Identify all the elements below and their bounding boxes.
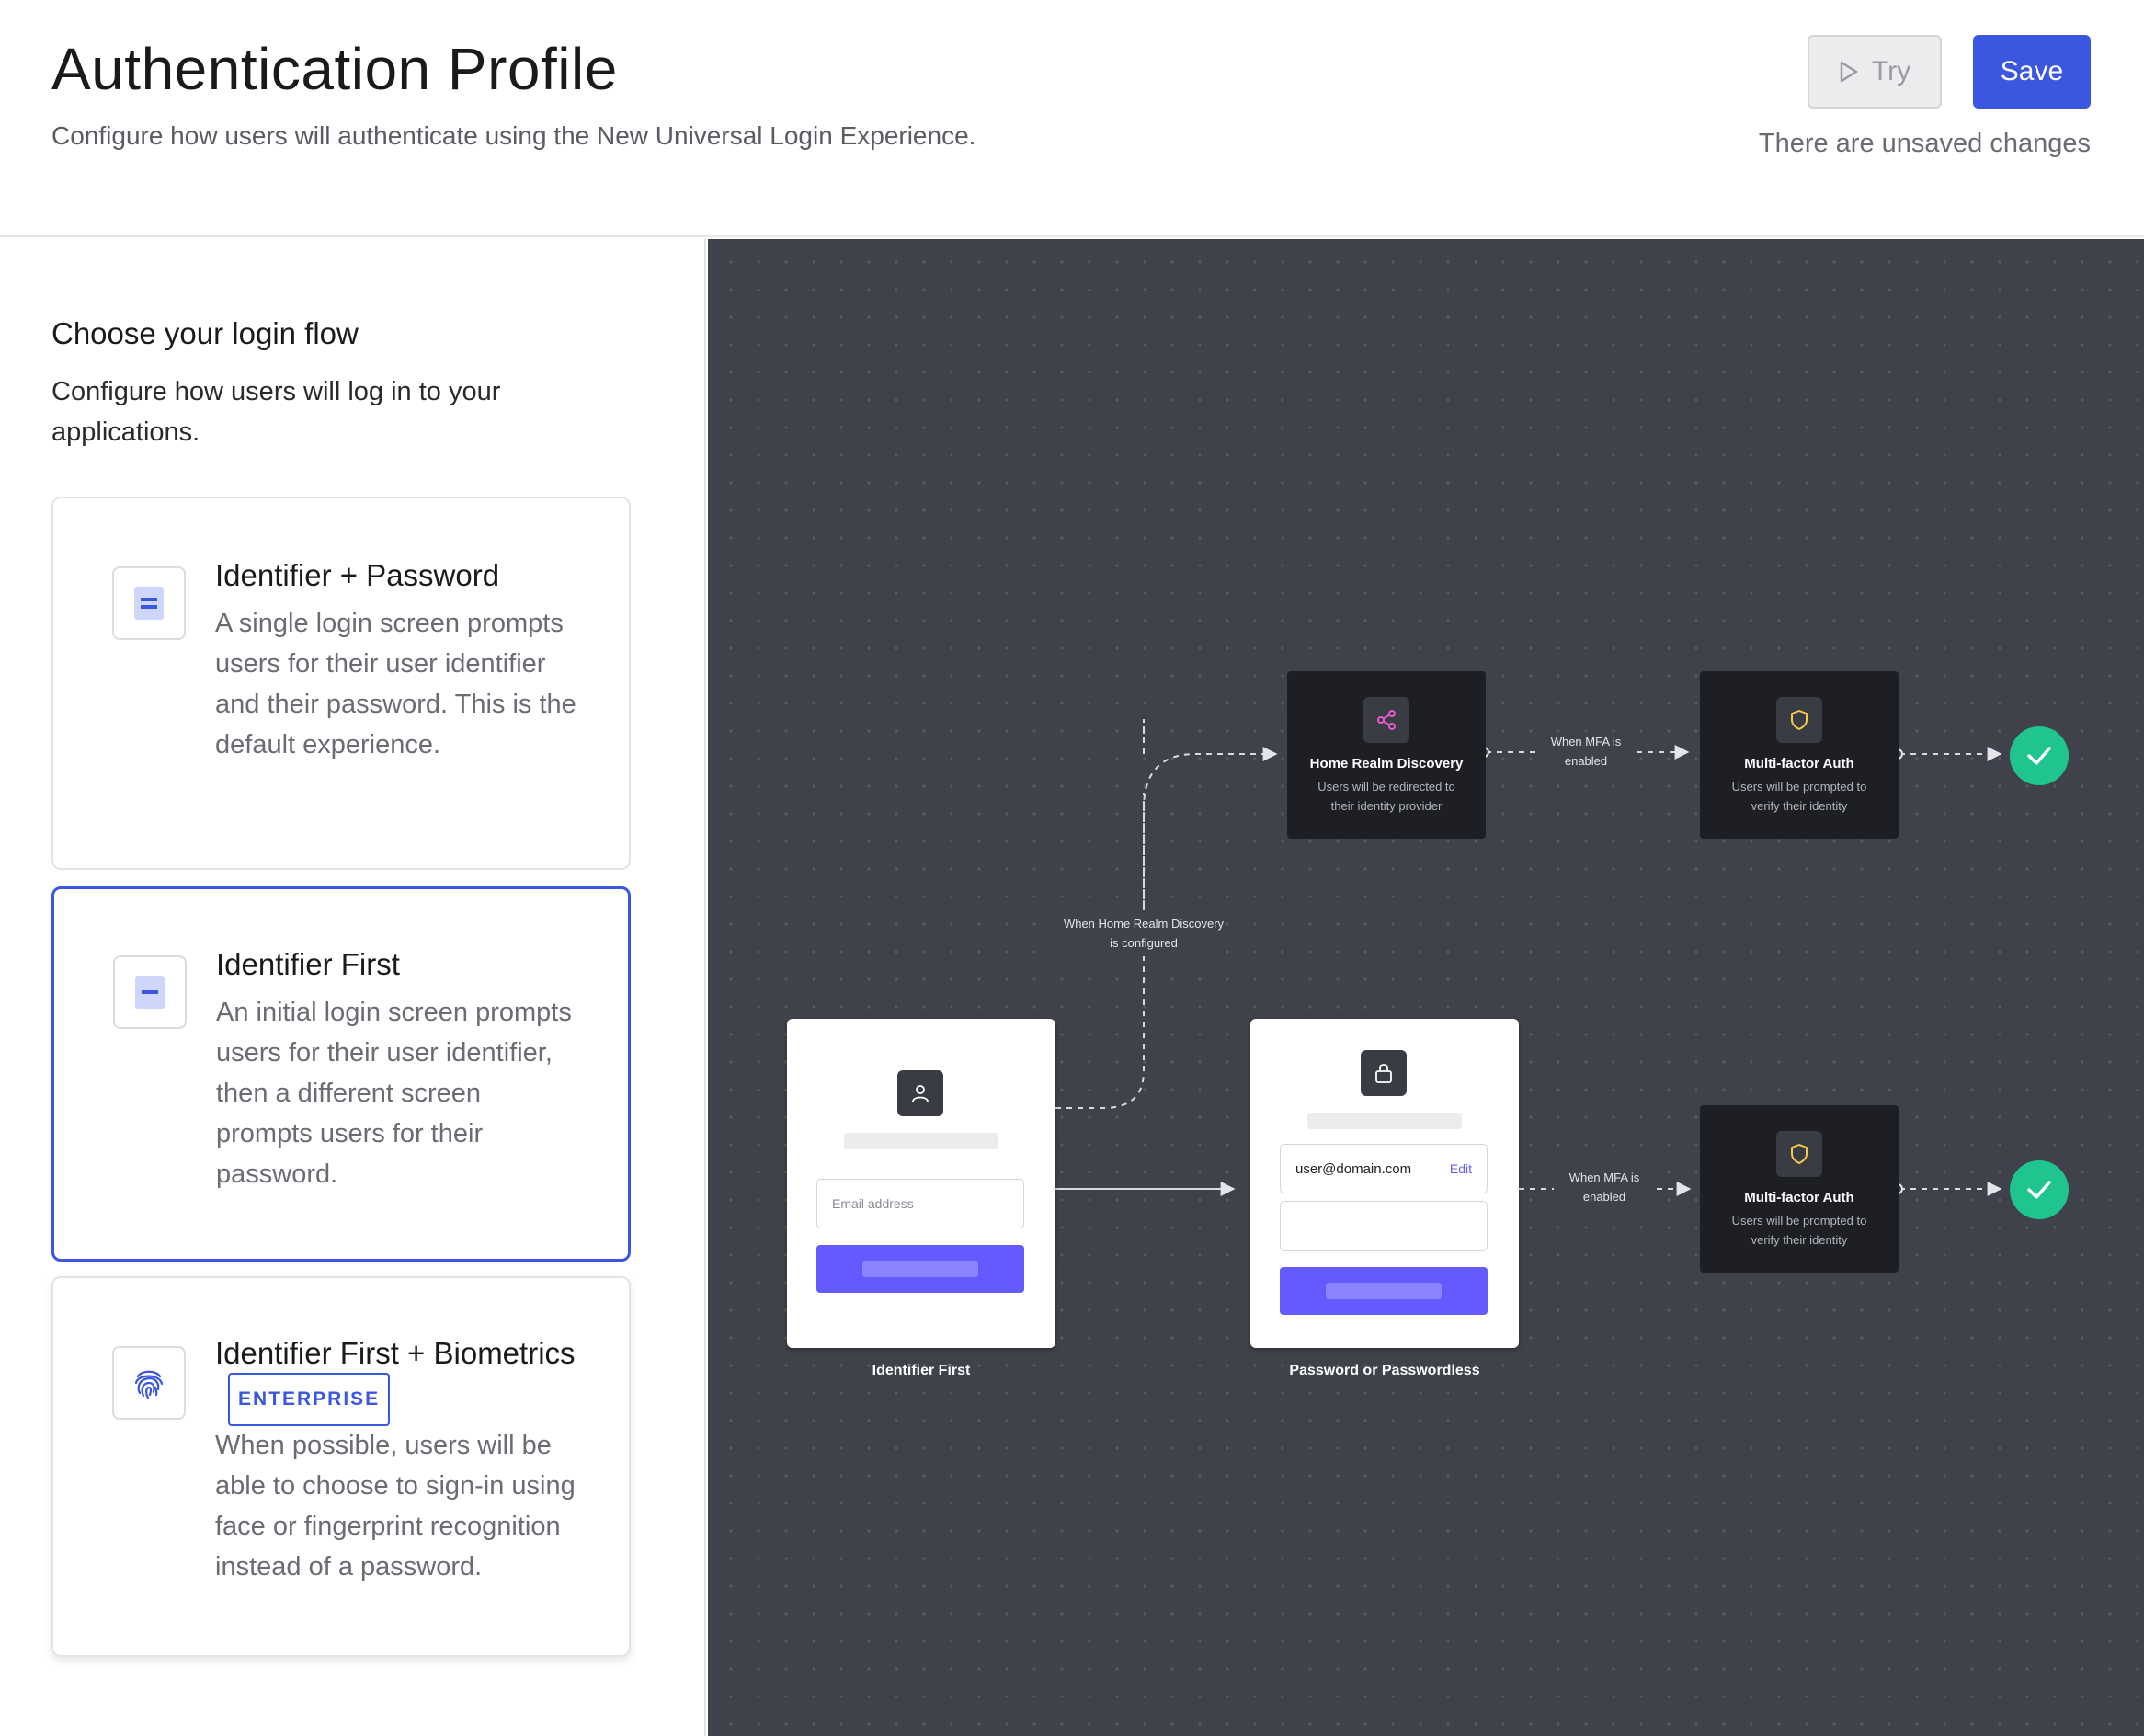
option-title: Identifier First	[216, 947, 400, 981]
play-icon	[1840, 61, 1858, 83]
login-flow-sidebar: Choose your login flow Configure how use…	[0, 239, 706, 1736]
edge-label-mfa-bottom: When MFA is enabled	[1554, 1168, 1655, 1206]
page-subtitle: Configure how users will authenticate us…	[51, 121, 976, 150]
option-title: Identifier First + BiometricsENTERPRISE	[215, 1331, 601, 1429]
option-description: An initial login screen prompts users fo…	[216, 998, 572, 1189]
user-icon	[897, 1070, 943, 1116]
login-flow-description: Configure how users will log in to your …	[51, 377, 501, 447]
option-description: When possible, users will be able to cho…	[215, 1431, 576, 1582]
node-title: Home Realm Discovery	[1309, 756, 1464, 771]
save-button[interactable]: Save	[1973, 35, 2091, 108]
email-value: user@domain.com	[1295, 1160, 1412, 1177]
shield-icon	[1776, 1131, 1822, 1177]
node-title: Multi-factor Auth	[1744, 756, 1854, 771]
password-screen-caption: Password or Passwordless	[1289, 1363, 1480, 1378]
continue-button[interactable]	[1280, 1267, 1488, 1315]
shield-icon	[1776, 697, 1822, 743]
option-identifier-first[interactable]: Identifier First An initial login screen…	[51, 886, 631, 1262]
option-identifier-password[interactable]: Identifier + Password A single login scr…	[51, 497, 631, 870]
node-description: Users will be prompted to verify their i…	[1731, 1214, 1867, 1247]
home-realm-discovery-node[interactable]: Home Realm Discovery Users will be redir…	[1287, 671, 1486, 839]
edge-label-hrd: When Home Realm Discovery is configured	[1061, 910, 1226, 956]
login-flow-heading: Choose your login flow	[51, 316, 359, 350]
node-description: Users will be redirected to their identi…	[1317, 780, 1455, 813]
try-button[interactable]: Try	[1808, 35, 1942, 108]
try-button-label: Try	[1871, 56, 1911, 86]
mfa-node-top[interactable]: Multi-factor Auth Users will be prompted…	[1700, 671, 1899, 839]
node-title: Multi-factor Auth	[1744, 1190, 1854, 1205]
mfa-node-bottom[interactable]: Multi-factor Auth Users will be prompted…	[1700, 1105, 1899, 1273]
success-check-icon	[2010, 726, 2069, 785]
option-title-text: Identifier First + Biometrics	[215, 1336, 576, 1370]
option-title: Identifier + Password	[215, 558, 500, 592]
lock-icon	[1361, 1050, 1407, 1096]
identifier-form-icon	[113, 955, 187, 1029]
flow-diagram-canvas: Home Realm Discovery Users will be redir…	[708, 239, 2144, 1736]
page-header: Authentication Profile Configure how use…	[0, 0, 2144, 237]
share-icon	[1363, 697, 1409, 743]
password-form-icon	[112, 566, 186, 640]
edge-label-mfa-top: When MFA is enabled	[1535, 732, 1637, 771]
title-placeholder	[1307, 1113, 1462, 1129]
title-placeholder	[844, 1133, 998, 1149]
option-identifier-first-biometrics[interactable]: Identifier First + BiometricsENTERPRISE …	[51, 1276, 631, 1657]
password-screen[interactable]: user@domain.com Edit	[1250, 1019, 1519, 1348]
password-field[interactable]	[1280, 1201, 1488, 1251]
identifier-first-screen[interactable]: Email address	[787, 1019, 1055, 1348]
node-description: Users will be prompted to verify their i…	[1731, 780, 1867, 813]
identifier-first-caption: Identifier First	[872, 1363, 971, 1378]
email-display-field[interactable]: user@domain.com Edit	[1280, 1144, 1488, 1194]
edit-link[interactable]: Edit	[1450, 1161, 1472, 1176]
enterprise-badge: ENTERPRISE	[228, 1373, 391, 1426]
option-description: A single login screen prompts users for …	[215, 609, 576, 760]
flow-connectors	[1055, 719, 2002, 1196]
success-check-icon	[2010, 1160, 2069, 1219]
continue-button[interactable]	[816, 1245, 1024, 1293]
email-field[interactable]: Email address	[816, 1179, 1024, 1228]
unsaved-changes-text: There are unsaved changes	[1758, 129, 2091, 158]
fingerprint-icon	[112, 1346, 186, 1420]
save-button-label: Save	[2000, 56, 2064, 86]
page-title: Authentication Profile	[51, 36, 618, 102]
